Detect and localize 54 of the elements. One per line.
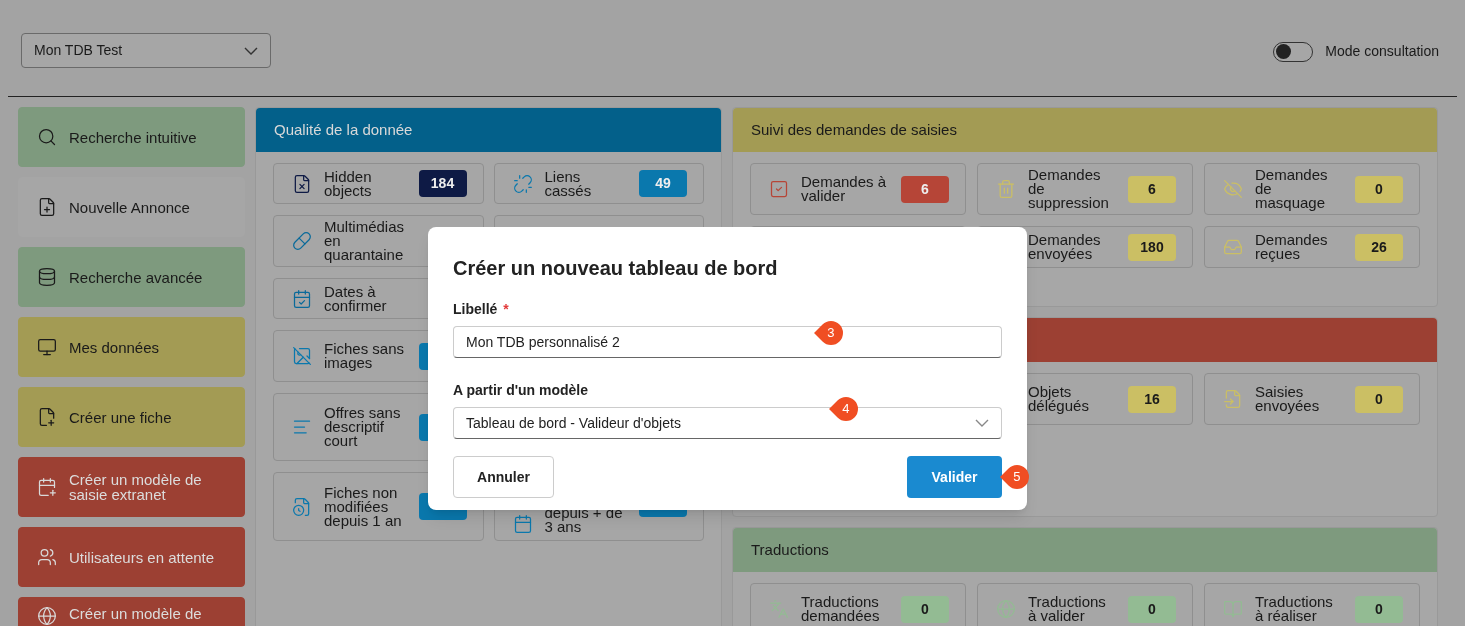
stat-card[interactable]: Hidden objects 184 (273, 163, 484, 204)
card-label: Demandes reçues (1255, 233, 1329, 261)
stat-card[interactable]: Demandes reçues 26 (1204, 226, 1420, 268)
stat-card[interactable]: Traductions à valider 0 (977, 583, 1193, 626)
count-badge: 6 (1128, 175, 1176, 203)
card-label: Objets délégués (1028, 385, 1090, 413)
count-badge: 0 (1128, 595, 1176, 623)
count-badge: 26 (1355, 233, 1403, 261)
count-badge: 0 (1355, 175, 1403, 203)
count-badge: 0 (1355, 595, 1403, 623)
card-label: Demandes de masquage (1255, 168, 1329, 210)
count-badge: 6 (901, 175, 949, 203)
stat-card[interactable]: Liens cassés 49 (493, 163, 704, 204)
sidebar-item[interactable]: Créer une fiche (18, 387, 245, 447)
count-badge: 0 (901, 595, 949, 623)
stat-card[interactable]: Demandes de suppression 6 (977, 163, 1193, 215)
count-badge: 184 (418, 170, 467, 197)
card-label: Multimédias en quarantaine (324, 220, 406, 262)
sidebar-item[interactable]: Utilisateurs en attente (18, 527, 245, 587)
card-label: Traductions à valider (1028, 595, 1107, 623)
card-label: Fiches sans images (324, 342, 406, 370)
count-badge: 16 (1128, 385, 1176, 413)
card-label: Offres sans descriptif court (324, 406, 402, 448)
sidebar-item[interactable]: Créer un modèle de (18, 597, 245, 626)
dashboard-select[interactable]: Mon TDB Test (21, 33, 271, 68)
stat-card[interactable]: Saisies envoyées 0 (1204, 373, 1420, 425)
stat-card[interactable]: Demandes de masquage 0 (1204, 163, 1420, 215)
toggle-label: Mode consultation (1325, 42, 1439, 61)
card-label: Demandes à valider (801, 175, 888, 203)
card-label: Fiches non modifiées depuis 1 an (324, 485, 403, 528)
sidebar-item[interactable]: Recherche avancée (18, 247, 245, 307)
card-label: Hidden objects (324, 169, 373, 198)
stat-card[interactable]: Traductions demandées 0 (750, 583, 966, 626)
sidebar-item[interactable]: Créer un modèle de saisie extranet (18, 457, 245, 517)
card-label: Traductions demandées (801, 595, 881, 623)
stat-card[interactable]: Demandes à valider 6 (750, 163, 966, 215)
stat-card[interactable]: Traductions à réaliser 0 (1204, 583, 1420, 626)
sidebar-item[interactable]: Recherche intuitive (18, 107, 245, 167)
card-label: Saisies envoyées (1255, 385, 1321, 413)
sidebar-item[interactable]: Mes données (18, 317, 245, 377)
cancel-button[interactable]: Annuler (453, 456, 554, 498)
card-label: Traductions à réaliser (1255, 595, 1334, 623)
count-badge: 49 (639, 170, 687, 197)
section-title: Traductions (751, 539, 829, 560)
card-label: Demandes envoyées (1028, 233, 1102, 261)
required-mark: * (503, 300, 509, 319)
card-label: Demandes de suppression (1028, 168, 1110, 210)
panel-title: Qualité de la donnée (274, 119, 413, 140)
card-label: Liens cassés (544, 169, 593, 198)
submit-button[interactable]: Valider (907, 456, 1002, 498)
count-badge: 180 (1128, 233, 1176, 261)
section-title: Suivi des demandes de saisies (751, 119, 957, 140)
count-badge: 0 (1355, 385, 1403, 413)
card-label: Dates à confirmer (324, 284, 388, 313)
